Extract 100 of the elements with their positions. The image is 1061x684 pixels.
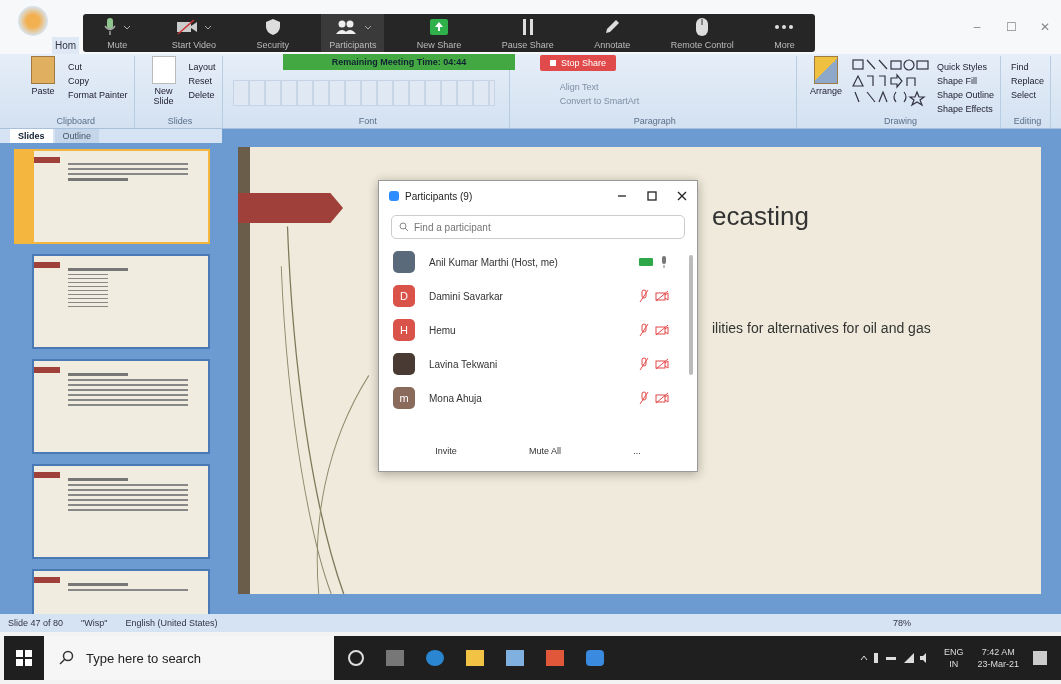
slide-thumbnail[interactable]	[32, 464, 210, 560]
participant-name: Anil Kumar Marthi (Host, me)	[429, 256, 558, 268]
toolbar-button[interactable]: Pause Share	[493, 14, 562, 52]
ribbon-button[interactable]: Shape Fill	[936, 76, 994, 86]
video-camera-icon[interactable]	[639, 257, 653, 267]
ribbon-button[interactable]: Format Painter	[68, 90, 128, 100]
avatar: m	[393, 387, 415, 409]
share-screen-icon	[429, 18, 450, 36]
close-icon[interactable]	[677, 191, 687, 201]
more-icon	[774, 24, 795, 30]
window-control-button[interactable]: ☐	[1001, 20, 1021, 34]
video-off-icon[interactable]	[655, 324, 669, 336]
slide-text: ilities for alternatives for oil and gas	[712, 320, 931, 336]
region-code[interactable]: IN	[949, 659, 959, 669]
zoom-level[interactable]: 78%	[893, 618, 911, 628]
ribbon-large-button[interactable]: New Slide	[144, 56, 183, 106]
pause-icon	[520, 18, 535, 36]
group-label: Clipboard	[55, 116, 97, 128]
caret-icon[interactable]	[123, 24, 132, 30]
toolbar-button[interactable]: Mute	[95, 14, 140, 52]
mouse-icon	[695, 17, 710, 37]
avatar: D	[393, 285, 415, 307]
video-off-icon[interactable]	[655, 392, 669, 404]
participant-name: Lavina Tekwani	[429, 358, 498, 370]
microphone-icon	[103, 17, 118, 37]
muted-microphone-icon[interactable]	[639, 357, 649, 371]
avatar: H	[393, 319, 415, 341]
video-off-icon[interactable]	[655, 358, 669, 370]
ribbon-button[interactable]: Cut	[68, 62, 128, 72]
footer-button[interactable]: ...	[627, 443, 647, 459]
ribbon-button[interactable]: Shape Effects	[936, 104, 994, 114]
group-label: Slides	[166, 116, 194, 128]
muted-microphone-icon[interactable]	[639, 289, 649, 303]
muted-microphone-icon[interactable]	[639, 391, 649, 405]
language-indicator: English (United States)	[125, 618, 218, 628]
participant-search-field[interactable]: Find a participant	[391, 215, 685, 239]
maximize-icon[interactable]	[647, 191, 657, 201]
cortana-icon[interactable]	[348, 650, 364, 666]
group-label: Font	[357, 116, 378, 128]
participant-row[interactable]: Lavina Tekwani	[379, 347, 697, 381]
stop-share-button[interactable]: Stop Share	[540, 55, 617, 71]
slide-thumbnail[interactable]	[32, 254, 210, 350]
people-icon	[333, 19, 358, 35]
slide-thumbnail[interactable]	[32, 359, 210, 455]
caret-icon[interactable]	[363, 24, 372, 30]
participant-name: Damini Savarkar	[429, 290, 503, 302]
app-logo-icon	[389, 191, 399, 201]
start-button[interactable]	[4, 636, 44, 680]
ribbon-button[interactable]: Reset	[188, 76, 216, 86]
search-icon	[399, 222, 409, 232]
ribbon-large-button[interactable]: Paste	[24, 56, 62, 96]
participant-row[interactable]: Anil Kumar Marthi (Host, me)	[379, 245, 697, 279]
toolbar-button[interactable]: Remote Control	[662, 14, 742, 52]
clock-date[interactable]: 23-Mar-21	[977, 659, 1019, 669]
footer-button[interactable]: Mute All	[523, 443, 567, 459]
video-camera-icon	[175, 19, 198, 35]
caret-icon[interactable]	[203, 24, 212, 30]
pencil-icon	[603, 18, 622, 36]
video-app-icon[interactable]	[586, 650, 604, 666]
browser-icon[interactable]	[426, 650, 444, 666]
ribbon-button[interactable]: Select	[1011, 90, 1044, 100]
ribbon-button[interactable]: Find	[1011, 62, 1044, 72]
ribbon-large-button[interactable]: Arrange	[806, 56, 845, 96]
toolbar-button[interactable]: Participants	[321, 14, 385, 52]
participant-name: Hemu	[429, 324, 456, 336]
participant-row[interactable]: H Hemu	[379, 313, 697, 347]
shapes-gallery[interactable]	[850, 58, 931, 108]
participant-row[interactable]: D Damini Savarkar	[379, 279, 697, 313]
video-off-icon[interactable]	[655, 290, 669, 302]
footer-button[interactable]: Invite	[429, 443, 463, 459]
search-icon	[58, 650, 74, 666]
ribbon-button[interactable]: Copy	[68, 76, 128, 86]
microphone-icon[interactable]	[659, 255, 669, 269]
slide-counter: Slide 47 of 80	[8, 618, 64, 628]
window-title: Participants (9)	[405, 190, 473, 202]
ribbon-button[interactable]: Replace	[1011, 76, 1044, 86]
clock-time[interactable]: 7:42 AM	[981, 647, 1015, 657]
language-code[interactable]: ENG	[943, 647, 964, 657]
toolbar-button[interactable]: More	[766, 14, 803, 52]
ribbon-button[interactable]: Layout	[188, 62, 216, 72]
participant-row[interactable]: m Mona Ahuja	[379, 381, 697, 415]
toolbar-button[interactable]: Security	[248, 14, 297, 52]
ribbon-button[interactable]: Delete	[188, 90, 216, 100]
taskbar-search-field[interactable]: Type here to search	[84, 649, 318, 667]
ribbon-button[interactable]: Quick Styles	[936, 62, 994, 72]
shield-icon	[264, 18, 281, 36]
muted-microphone-icon[interactable]	[639, 323, 649, 337]
window-control-button[interactable]: –	[967, 20, 987, 34]
group-label: Editing	[1012, 116, 1043, 128]
slide-title: ecasting	[712, 201, 810, 232]
toolbar-button[interactable]: New Share	[408, 14, 470, 52]
group-label: Paragraph	[632, 116, 677, 128]
pane-tab[interactable]: Outline	[54, 129, 100, 144]
pane-tab[interactable]: Slides	[10, 129, 53, 144]
ribbon-button[interactable]: Shape Outline	[936, 90, 994, 100]
toolbar-button[interactable]: Start Video	[163, 14, 224, 52]
home-tab[interactable]: Hom	[52, 37, 80, 54]
window-control-button[interactable]: ✕	[1035, 20, 1055, 34]
toolbar-button[interactable]: Annotate	[586, 14, 639, 52]
group-label: Drawing	[882, 116, 918, 128]
